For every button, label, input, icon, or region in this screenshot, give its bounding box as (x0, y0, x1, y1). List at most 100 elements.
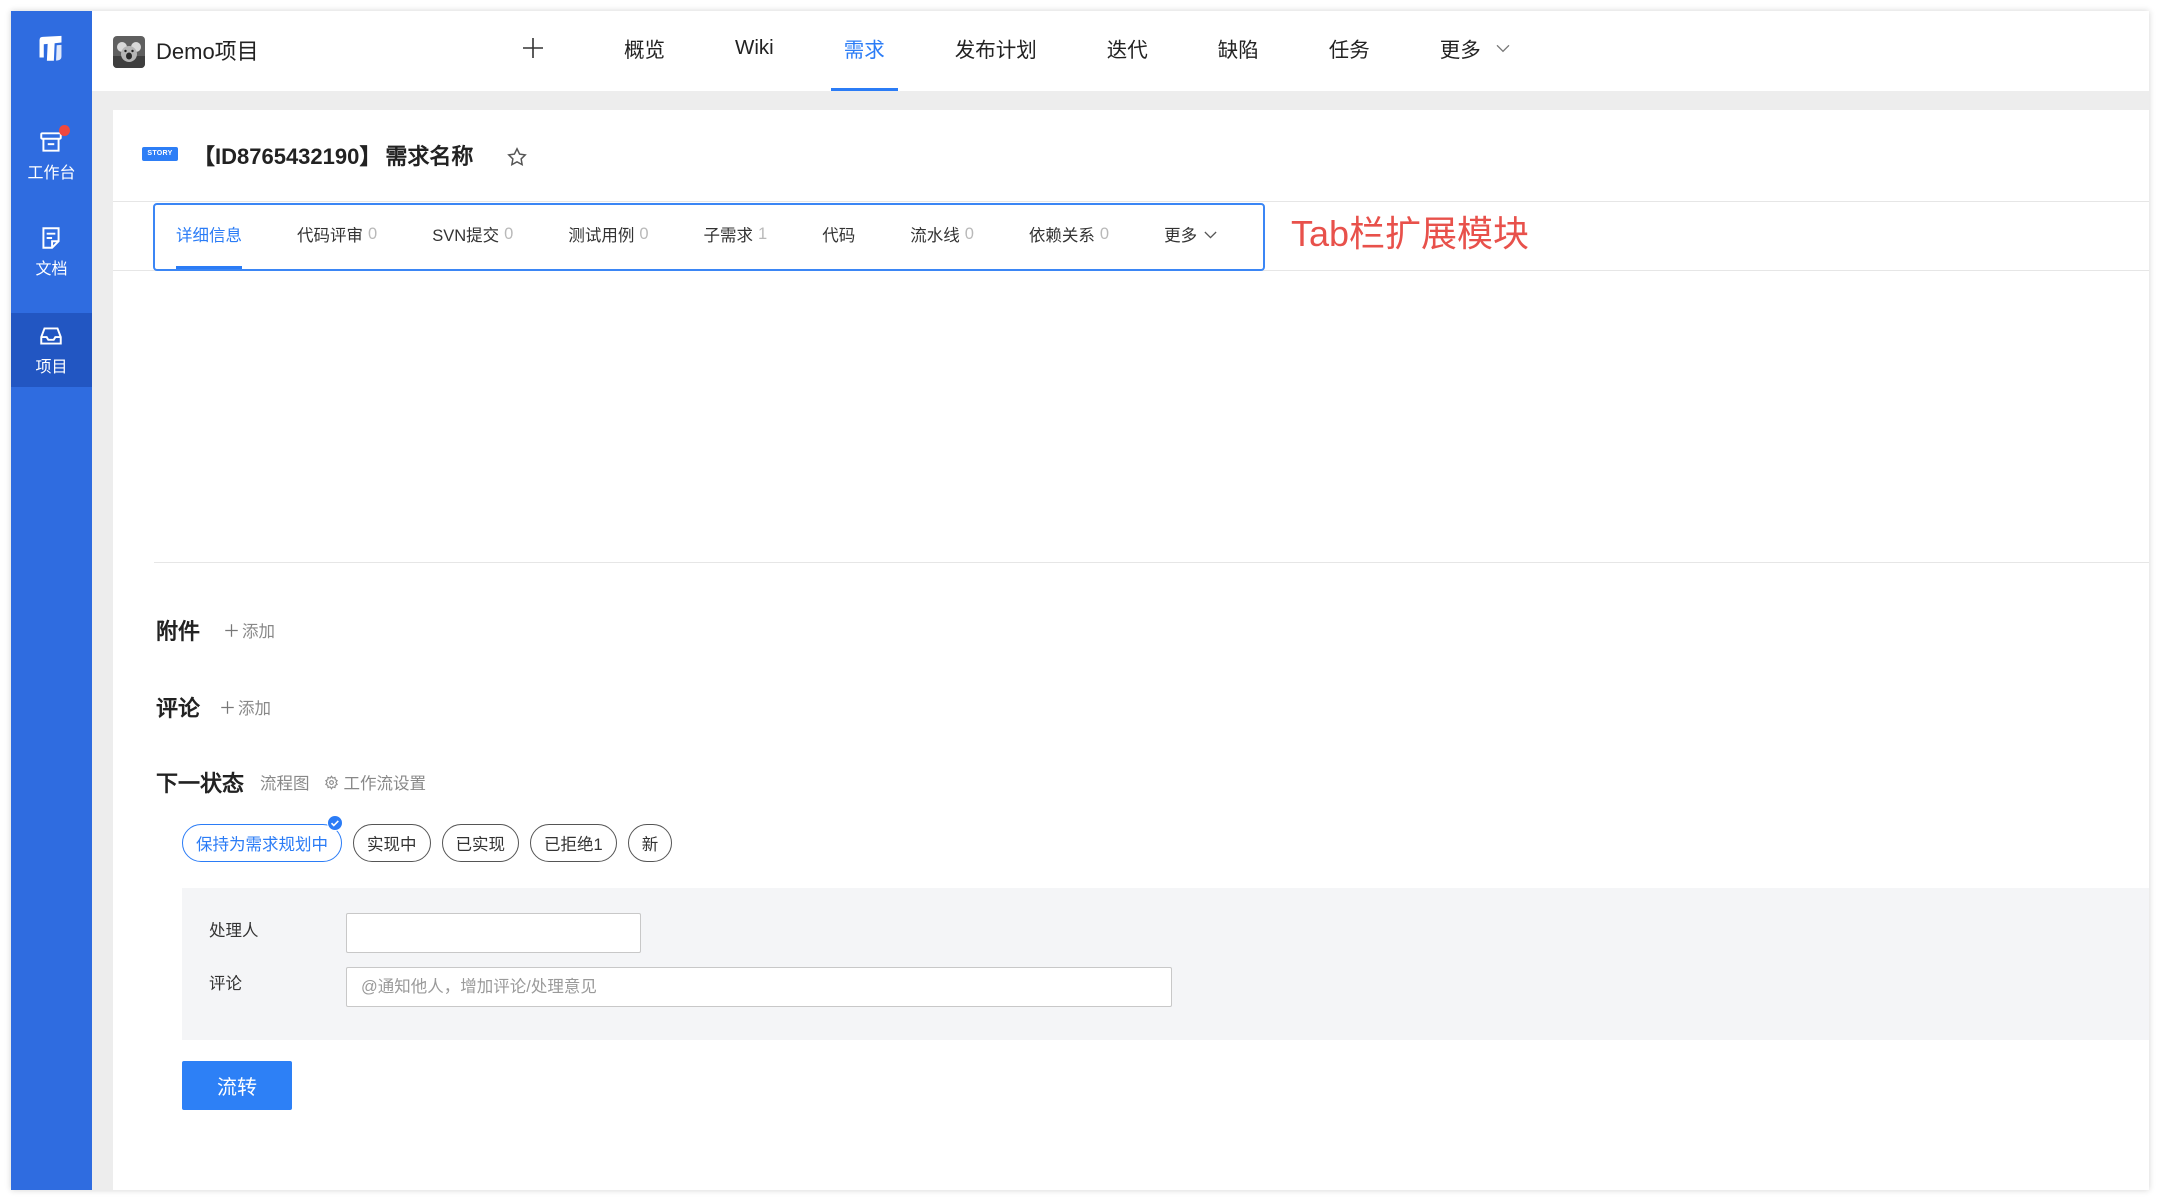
check-circle-icon (327, 815, 343, 831)
flowchart-link[interactable]: 流程图 (260, 770, 310, 794)
section-title: 下一状态 (156, 771, 245, 796)
tab-label: 代码 (822, 227, 856, 245)
tab-test-cases[interactable]: 测试用例 0 (568, 205, 648, 269)
tab-label: 流水线 (910, 227, 960, 245)
sidebar-item-workbench[interactable]: 工作台 (11, 119, 92, 193)
comment-input[interactable] (346, 967, 1172, 1007)
story-title[interactable]: 需求名称 (385, 144, 473, 169)
tab-count: 0 (1099, 224, 1110, 243)
nav-requirements[interactable]: 需求 (830, 11, 898, 91)
tab-svn-commits[interactable]: SVN提交 0 (432, 205, 513, 269)
project-avatar[interactable] (113, 36, 145, 68)
add-attachment-button[interactable]: 添加 (224, 618, 275, 642)
transition-form: 处理人 评论 (182, 888, 2149, 1040)
nav-tasks[interactable]: 任务 (1329, 11, 1370, 91)
story-id: 【ID8765432190】 (193, 144, 382, 169)
tab-count: 0 (964, 224, 974, 243)
section-title: 评论 (156, 696, 201, 721)
sidebar: 工作台 文档 项目 (11, 11, 92, 1190)
tab-dependencies[interactable]: 依赖关系 0 (1029, 205, 1109, 269)
tab-more[interactable]: 更多 (1164, 205, 1218, 269)
project-name[interactable]: Demo项目 (156, 37, 259, 67)
tab-label: 依赖关系 (1028, 227, 1095, 245)
transition-button[interactable]: 流转 (182, 1061, 292, 1110)
nav-label: 需求 (843, 39, 885, 62)
workflow-settings-link[interactable]: 工作流设置 (324, 770, 427, 794)
notification-dot (59, 125, 70, 136)
nav-iterations[interactable]: 迭代 (1107, 11, 1148, 91)
nav-defects[interactable]: 缺陷 (1218, 11, 1259, 91)
tab-code[interactable]: 代码 (822, 205, 855, 269)
state-option-label: 新 (641, 836, 659, 854)
main-nav: 概览 Wiki 需求 发布计划 迭代 缺陷 任务 更多 (624, 11, 1511, 91)
tab-count: 0 (639, 224, 649, 243)
comments-section: 评论 添加 (156, 692, 271, 722)
next-state-section: 下一状态 流程图 工作流设置 (156, 767, 426, 797)
nav-label: 发布计划 (954, 39, 1037, 62)
comment-label: 评论 (209, 975, 242, 993)
sidebar-item-label: 工作台 (27, 165, 76, 182)
add-label: 添加 (238, 700, 272, 718)
tab-label: 代码评审 (297, 227, 363, 245)
app-logo-icon[interactable] (35, 33, 66, 64)
tab-extension-annotation: Tab栏扩展模块 (1291, 213, 1530, 254)
sidebar-item-documents[interactable]: 文档 (11, 215, 92, 289)
assignee-label: 处理人 (209, 922, 259, 940)
chevron-down-icon (1204, 231, 1217, 239)
tab-count: 0 (504, 224, 514, 243)
nav-label: 缺陷 (1217, 39, 1259, 62)
nav-label: 更多 (1439, 39, 1481, 62)
tab-label: 测试用例 (568, 227, 635, 245)
state-option-rejected[interactable]: 已拒绝1 (530, 824, 617, 862)
state-option-in-progress[interactable]: 实现中 (353, 824, 431, 862)
attachments-section: 附件 添加 (156, 615, 275, 645)
add-comment-button[interactable]: 添加 (220, 695, 271, 719)
divider (113, 201, 2149, 202)
state-option-label: 保持为需求规划中 (196, 836, 328, 854)
nav-label: 任务 (1328, 39, 1370, 62)
tab-label: 详细信息 (176, 227, 242, 245)
nav-label: 概览 (624, 39, 665, 62)
plus-icon[interactable] (521, 36, 545, 60)
tab-details[interactable]: 详细信息 (176, 205, 242, 269)
app-window: 工作台 文档 项目 Demo项目 概览 Wiki 需求 发布计划 迭代 缺陷 任… (11, 11, 2149, 1190)
plus-icon (221, 700, 234, 714)
nav-label: 迭代 (1106, 39, 1148, 62)
nav-wiki[interactable]: Wiki (735, 11, 774, 91)
tab-code-review[interactable]: 代码评审 0 (297, 205, 377, 269)
tab-count: 0 (368, 224, 378, 243)
document-icon (38, 225, 64, 251)
project-icon (38, 323, 64, 349)
tab-label: 子需求 (703, 227, 754, 245)
tab-label: SVN提交 (432, 227, 500, 245)
nav-more[interactable]: 更多 (1440, 11, 1511, 91)
nav-release-plan[interactable]: 发布计划 (955, 11, 1037, 91)
sidebar-item-label: 项目 (35, 359, 68, 376)
plus-icon (225, 623, 238, 637)
nav-overview[interactable]: 概览 (624, 11, 665, 91)
state-option-new[interactable]: 新 (627, 824, 673, 862)
next-state-options: 保持为需求规划中 实现中 已实现 已拒绝1 新 (182, 815, 673, 862)
story-type-badge: STORY (142, 147, 178, 161)
state-option-label: 已实现 (455, 836, 506, 854)
page-title: 【ID8765432190】 需求名称 (193, 142, 473, 172)
star-outline-icon[interactable] (506, 146, 528, 168)
content-divider (154, 562, 2149, 563)
chevron-down-icon (1496, 44, 1510, 53)
requirement-detail-card: STORY 【ID8765432190】 需求名称 详细信息 代码评审 0 SVN提… (113, 110, 2149, 1190)
link-label: 工作流设置 (343, 775, 427, 793)
gear-icon (324, 774, 338, 790)
nav-label: Wiki (735, 36, 774, 59)
top-header: Demo项目 概览 Wiki 需求 发布计划 迭代 缺陷 任务 更多 (92, 11, 2149, 91)
tab-bar: 详细信息 代码评审 0 SVN提交 0 测试用例 0 子需求 1 代码 流水线 0 依赖关… (153, 203, 1265, 271)
tab-sub-requirements[interactable]: 子需求 1 (704, 205, 768, 269)
state-option-implemented[interactable]: 已实现 (441, 824, 519, 862)
state-option-label: 实现中 (367, 836, 417, 854)
state-option-keep-planning[interactable]: 保持为需求规划中 (182, 815, 343, 862)
tab-label: 更多 (1164, 227, 1198, 245)
assignee-input[interactable] (346, 913, 641, 953)
sidebar-item-projects[interactable]: 项目 (11, 313, 92, 387)
add-label: 添加 (242, 623, 276, 641)
tab-pipeline[interactable]: 流水线 0 (910, 205, 974, 269)
tab-count: 1 (758, 224, 768, 243)
